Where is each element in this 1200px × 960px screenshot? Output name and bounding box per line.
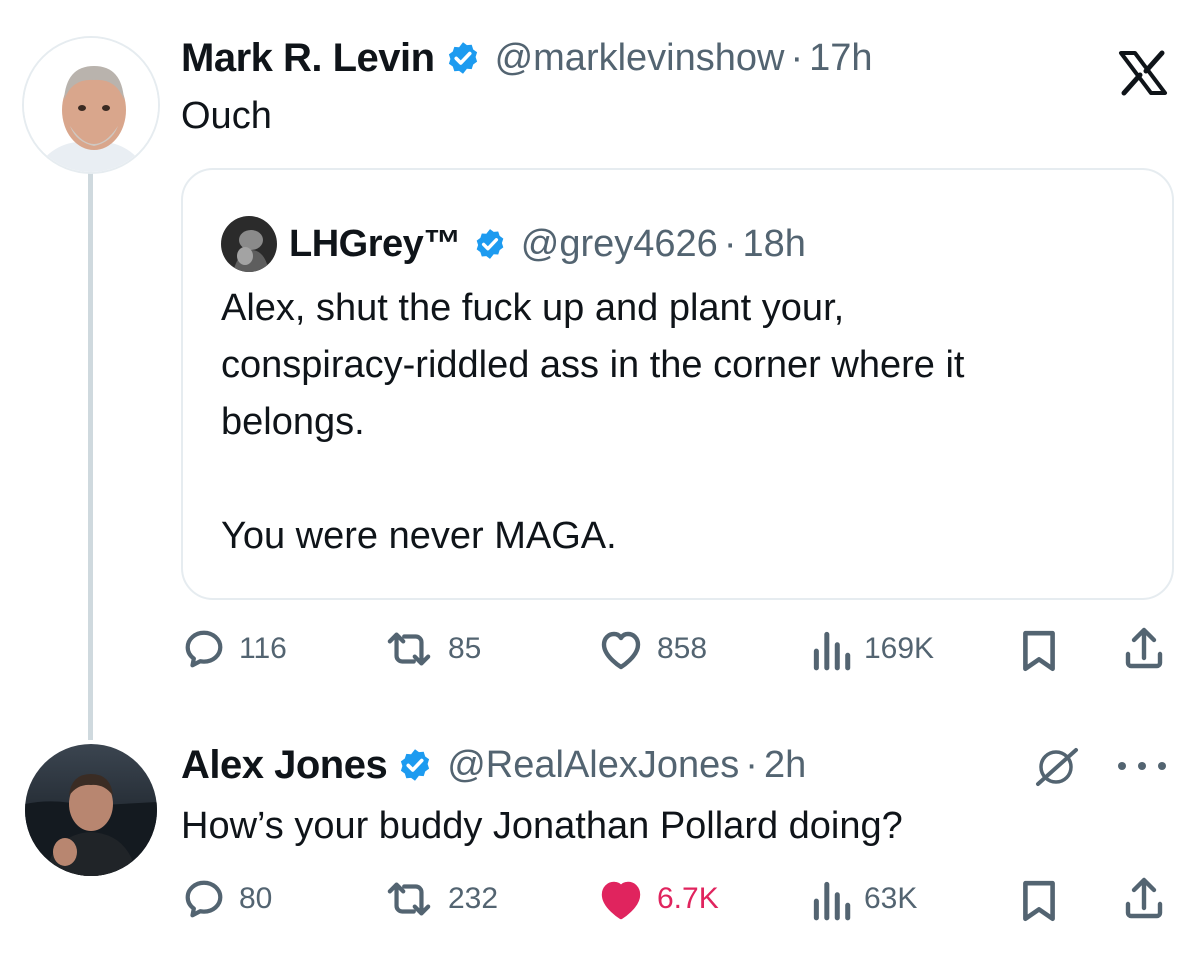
repost-button[interactable]: 85 [382, 626, 481, 672]
post2-text: How’s your buddy Jonathan Pollard doing? [181, 805, 903, 847]
heart-icon [601, 631, 641, 670]
like-count: 6.7K [657, 882, 719, 915]
like-button[interactable]: 6.7K [597, 876, 719, 922]
quoted-post-card[interactable]: LHGrey™ @grey4626 · 18h Alex, shut the f… [181, 168, 1174, 600]
reply-icon [185, 630, 223, 668]
repost-button[interactable]: 232 [382, 876, 498, 922]
quote-header: LHGrey™ @grey4626 · 18h [289, 216, 806, 272]
quote-author-handle[interactable]: @grey4626 [521, 223, 718, 266]
like-button[interactable]: 858 [597, 626, 707, 672]
author-name[interactable]: Alex Jones [181, 743, 388, 788]
reply-icon [185, 880, 223, 918]
quote-text: Alex, shut the fuck up and plant your, c… [221, 280, 1161, 565]
share-icon[interactable] [1122, 624, 1166, 677]
quote-line: belongs. [221, 401, 365, 443]
reply-count: 80 [239, 882, 273, 915]
quote-time[interactable]: 18h [742, 223, 805, 266]
avatar-alex-jones[interactable] [25, 744, 157, 876]
repost-count: 232 [448, 882, 499, 915]
x-logo-icon[interactable] [1118, 50, 1168, 96]
views-count: 169K [864, 632, 935, 665]
bookmark-icon[interactable] [1018, 878, 1060, 929]
separator-dot: · [790, 36, 804, 79]
avatar-mark-levin[interactable] [22, 36, 160, 174]
verified-badge-icon [397, 747, 433, 783]
views-icon [813, 631, 851, 671]
quote-line: Alex, shut the fuck up and plant your, [221, 287, 845, 329]
reply-count: 116 [239, 632, 287, 665]
reply-button[interactable]: 116 [181, 626, 287, 672]
post-time[interactable]: 17h [809, 37, 872, 80]
separator-dot: · [745, 743, 758, 786]
quote-line: conspiracy-riddled ass in the corner whe… [221, 344, 965, 386]
repost-icon [387, 882, 431, 916]
more-icon[interactable] [1114, 758, 1170, 779]
views-icon [813, 881, 851, 921]
quote-author-name[interactable]: LHGrey™ [289, 223, 461, 266]
post2-header: Alex Jones @RealAlexJones · 2h [181, 740, 806, 790]
separator-dot: · [723, 222, 737, 265]
verified-badge-icon [473, 227, 507, 261]
author-handle[interactable]: @marklevinshow [495, 37, 785, 80]
reply-button[interactable]: 80 [181, 876, 272, 922]
repost-icon [387, 632, 431, 666]
post1-text: Ouch [181, 95, 272, 137]
grok-icon[interactable] [1030, 744, 1082, 795]
quote-line: You were never MAGA. [221, 515, 617, 557]
bookmark-icon[interactable] [1018, 628, 1060, 679]
post-time[interactable]: 2h [764, 744, 806, 787]
views-count: 63K [864, 882, 918, 915]
like-count: 858 [657, 632, 708, 665]
verified-badge-icon [445, 40, 481, 76]
author-handle[interactable]: @RealAlexJones [447, 744, 739, 787]
thread-connector [88, 168, 93, 740]
share-icon[interactable] [1122, 874, 1166, 927]
repost-count: 85 [448, 632, 482, 665]
views-button[interactable]: 63K [810, 876, 917, 922]
views-button[interactable]: 169K [810, 626, 934, 672]
heart-icon [601, 881, 641, 920]
avatar-lhgrey[interactable] [221, 216, 277, 272]
author-name[interactable]: Mark R. Levin [181, 36, 435, 81]
post1-header: Mark R. Levin @marklevinshow · 17h [181, 33, 873, 83]
